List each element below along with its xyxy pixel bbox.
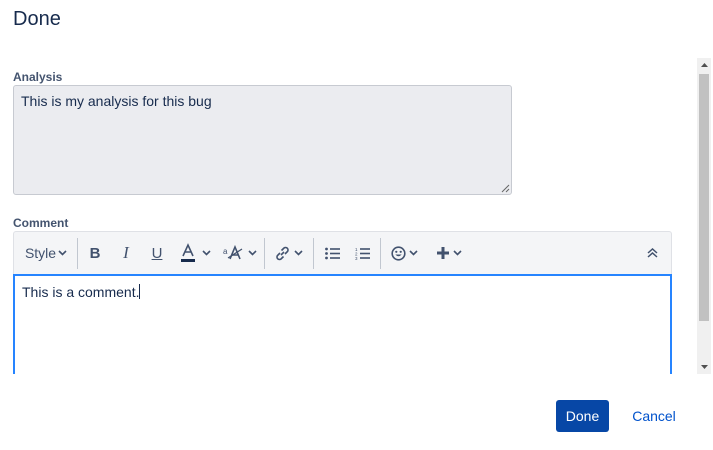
bullet-list-icon — [324, 247, 340, 259]
italic-button[interactable]: I — [115, 240, 137, 266]
toolbar-separator — [264, 238, 265, 269]
bold-button[interactable]: B — [84, 240, 106, 266]
link-button[interactable] — [272, 240, 304, 266]
toolbar-separator — [313, 238, 314, 269]
numbered-list-button[interactable]: 1 2 3 — [351, 240, 373, 266]
editor-toolbar: Style B I U a 1 2 3 — [13, 231, 672, 274]
svg-text:a: a — [223, 247, 228, 256]
italic-icon: I — [123, 243, 129, 262]
analysis-label: Analysis — [13, 70, 63, 84]
dialog-scrollbar[interactable] — [697, 58, 711, 374]
chevron-down-icon — [201, 250, 211, 256]
text-caret — [139, 284, 141, 299]
toolbar-separator — [77, 238, 78, 269]
comment-editor[interactable]: Style B I U a 1 2 3 This is a comment. — [13, 231, 672, 374]
scrollbar-thumb[interactable] — [699, 74, 709, 321]
analysis-textarea[interactable]: This is my analysis for this bug — [13, 85, 512, 195]
analysis-text: This is my analysis for this bug — [21, 93, 212, 109]
chevron-down-icon — [452, 250, 462, 256]
link-icon — [275, 246, 289, 260]
collapse-toolbar-icon — [647, 248, 657, 258]
emoji-icon — [390, 245, 406, 261]
collapse-toolbar-button[interactable] — [642, 240, 662, 266]
scroll-up-arrow-icon[interactable] — [697, 58, 711, 72]
style-dropdown[interactable]: Style — [24, 240, 68, 266]
dialog-title: Done — [13, 8, 61, 30]
bullet-list-button[interactable] — [321, 240, 343, 266]
style-dropdown-label: Style — [24, 245, 57, 261]
cancel-button[interactable]: Cancel — [624, 400, 684, 432]
chevron-down-icon — [293, 250, 303, 256]
svg-text:3: 3 — [355, 256, 358, 260]
comment-text: This is a comment. — [22, 284, 140, 300]
text-styles-button[interactable]: a — [222, 240, 258, 266]
insert-button[interactable] — [434, 240, 464, 266]
dialog-content[interactable]: Analysis This is my analysis for this bu… — [0, 56, 697, 374]
toolbar-separator — [380, 238, 381, 269]
comment-input[interactable]: This is a comment. — [13, 274, 672, 374]
bold-icon: B — [89, 244, 101, 262]
insert-plus-icon — [436, 247, 449, 259]
chevron-down-icon — [58, 250, 67, 256]
text-color-icon — [180, 243, 195, 262]
emoji-button[interactable] — [388, 240, 420, 266]
chevron-down-icon — [408, 250, 418, 256]
comment-label: Comment — [13, 216, 69, 230]
text-styles-icon: a — [223, 245, 243, 260]
scroll-down-arrow-icon[interactable] — [697, 360, 711, 374]
chevron-down-icon — [248, 250, 257, 256]
numbered-list-icon: 1 2 3 — [355, 247, 370, 260]
text-color-button[interactable] — [176, 240, 214, 266]
underline-icon: U — [151, 244, 163, 262]
done-button[interactable]: Done — [556, 400, 609, 432]
underline-button[interactable]: U — [146, 240, 168, 266]
resize-handle-icon[interactable] — [501, 184, 510, 193]
